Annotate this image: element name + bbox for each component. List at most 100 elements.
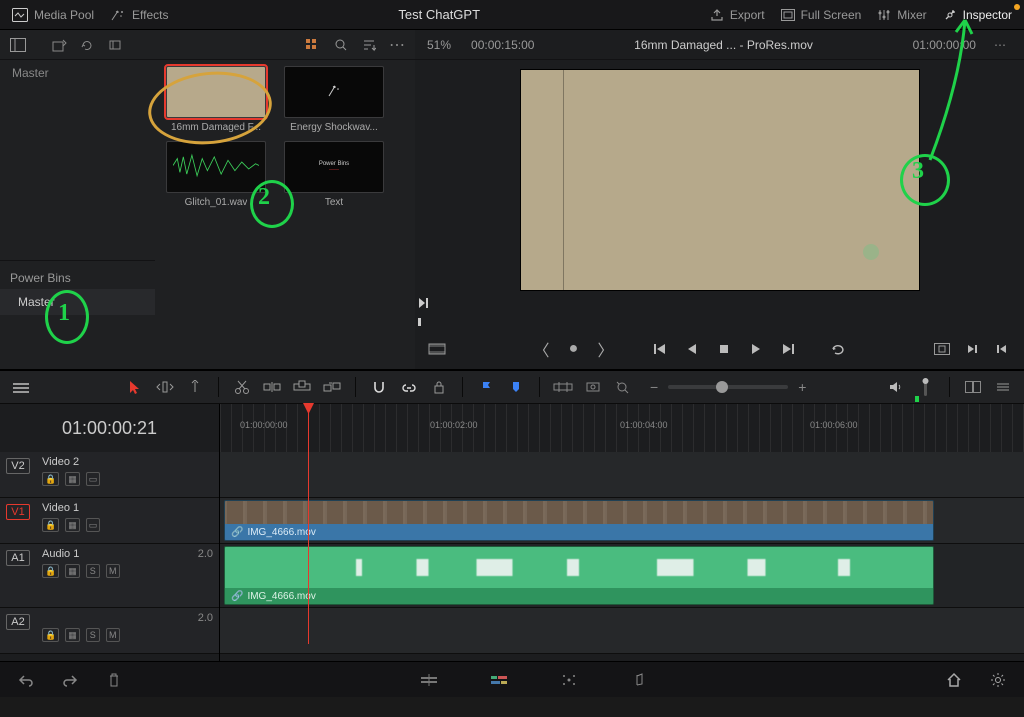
- video-clip[interactable]: 🔗IMG_4666.mov: [224, 500, 934, 541]
- position-tool[interactable]: [182, 374, 208, 400]
- delete-button[interactable]: [104, 670, 124, 690]
- pool-options-button[interactable]: ⋯: [385, 33, 409, 57]
- mute-button[interactable]: M: [106, 564, 120, 578]
- next-marker-button[interactable]: 〉: [594, 337, 618, 361]
- clip-item[interactable]: Power Bins —— Text: [279, 141, 389, 208]
- home-button[interactable]: [944, 670, 964, 690]
- dual-viewer-button[interactable]: [960, 374, 986, 400]
- pool-layout-toggle[interactable]: [6, 33, 30, 57]
- link-button[interactable]: [396, 374, 422, 400]
- motion-handle[interactable]: [863, 244, 879, 260]
- viewer-mode-button[interactable]: [425, 337, 449, 361]
- goto-start-button[interactable]: [648, 337, 672, 361]
- goto-end-icon[interactable]: [417, 296, 431, 313]
- export-button[interactable]: Export: [710, 8, 765, 22]
- edit-page-button[interactable]: [489, 670, 509, 690]
- clip-thumbnail[interactable]: Power Bins ——: [284, 141, 384, 193]
- auto-select-icon[interactable]: ▦: [65, 472, 80, 486]
- zoom-detail-button[interactable]: [610, 374, 636, 400]
- search-button[interactable]: [329, 33, 353, 57]
- zoom-in-button[interactable]: +: [798, 379, 806, 395]
- clip-item[interactable]: 16mm Damaged F...: [161, 66, 271, 133]
- blade-tool[interactable]: [229, 374, 255, 400]
- track-head-v1[interactable]: V1 Video 1 🔒 ▦ ▭: [0, 498, 219, 544]
- clip-item[interactable]: Energy Shockwav...: [279, 66, 389, 133]
- lane-a1[interactable]: 🔗IMG_4666.mov: [220, 544, 1024, 608]
- timeline-options-button[interactable]: [990, 374, 1016, 400]
- loop-button[interactable]: [826, 337, 850, 361]
- track-lanes[interactable]: 🔗IMG_4666.mov 🔗IMG_4666.mov: [220, 452, 1024, 661]
- auto-select-icon[interactable]: ▦: [65, 564, 80, 578]
- viewer-canvas[interactable]: [415, 60, 1024, 315]
- snap-button[interactable]: [366, 374, 392, 400]
- lock-icon[interactable]: 🔒: [42, 472, 59, 486]
- viewer-scrubber[interactable]: [415, 315, 1024, 329]
- zoom-out-button[interactable]: −: [650, 379, 658, 395]
- lane-v1[interactable]: 🔗IMG_4666.mov: [220, 498, 1024, 544]
- timeline-ruler[interactable]: 01:00:00:00 01:00:02:00 01:00:04:00 01:0…: [220, 404, 1024, 452]
- viewer-timecode[interactable]: 01:00:00:00: [913, 38, 976, 52]
- range-button[interactable]: [550, 374, 576, 400]
- track-head-v2[interactable]: V2 Video 2 🔒 ▦ ▭: [0, 452, 219, 498]
- match-frame-button[interactable]: [930, 337, 954, 361]
- selection-tool[interactable]: [122, 374, 148, 400]
- clip-thumbnail[interactable]: [166, 141, 266, 193]
- fusion-page-button[interactable]: [559, 670, 579, 690]
- trim-tool[interactable]: [152, 374, 178, 400]
- marker-button[interactable]: [503, 374, 529, 400]
- viewer-options-button[interactable]: ⋯: [988, 33, 1012, 57]
- inspector-button[interactable]: Inspector: [943, 8, 1012, 22]
- stop-button[interactable]: [712, 337, 736, 361]
- lock-icon[interactable]: 🔒: [42, 628, 59, 642]
- lock-button[interactable]: [426, 374, 452, 400]
- lane-v2[interactable]: [220, 452, 1024, 498]
- track-head-a2[interactable]: A2 2.0 🔒 ▦ S M: [0, 608, 219, 654]
- pool-tool-button[interactable]: [104, 33, 128, 57]
- prev-marker-button[interactable]: 〈: [530, 337, 554, 361]
- playhead[interactable]: [308, 404, 309, 644]
- solo-button[interactable]: S: [86, 628, 100, 642]
- insert-button[interactable]: [259, 374, 285, 400]
- sort-button[interactable]: [357, 33, 381, 57]
- prev-edit-button[interactable]: [990, 337, 1014, 361]
- auto-select-icon[interactable]: ▦: [65, 628, 80, 642]
- fullscreen-button[interactable]: Full Screen: [781, 8, 862, 22]
- settings-button[interactable]: [988, 670, 1008, 690]
- lock-icon[interactable]: 🔒: [42, 518, 59, 532]
- audio-dim-button[interactable]: [913, 374, 939, 400]
- mixer-button[interactable]: Mixer: [877, 8, 926, 22]
- fairlight-page-button[interactable]: [629, 670, 649, 690]
- volume-button[interactable]: [883, 374, 909, 400]
- replace-button[interactable]: [319, 374, 345, 400]
- goto-end-button[interactable]: [776, 337, 800, 361]
- play-button[interactable]: [744, 337, 768, 361]
- bin-master[interactable]: Master: [12, 66, 143, 80]
- overwrite-button[interactable]: [289, 374, 315, 400]
- sync-button[interactable]: [76, 33, 100, 57]
- viewer-zoom[interactable]: 51%: [427, 38, 451, 52]
- clip-item[interactable]: Glitch_01.wav: [161, 141, 271, 208]
- lane-a2[interactable]: [220, 608, 1024, 654]
- thumbnail-view-button[interactable]: [301, 33, 325, 57]
- zoom-to-fit-button[interactable]: [580, 374, 606, 400]
- timeline-timecode[interactable]: 01:00:00:21: [0, 404, 220, 452]
- track-visible-icon[interactable]: ▭: [86, 472, 101, 486]
- undo-button[interactable]: [16, 670, 36, 690]
- timeline-view-button[interactable]: [8, 374, 34, 400]
- media-pool-tab[interactable]: Media Pool: [12, 8, 94, 22]
- flag-button[interactable]: [473, 374, 499, 400]
- auto-select-icon[interactable]: ▦: [65, 518, 80, 532]
- power-bins-header[interactable]: Power Bins: [0, 267, 155, 289]
- zoom-slider[interactable]: [668, 385, 788, 389]
- redo-button[interactable]: [60, 670, 80, 690]
- audio-clip[interactable]: 🔗IMG_4666.mov: [224, 546, 934, 605]
- power-bins-master[interactable]: Master: [0, 289, 155, 315]
- mute-button[interactable]: M: [106, 628, 120, 642]
- solo-button[interactable]: S: [86, 564, 100, 578]
- cut-page-button[interactable]: [419, 670, 439, 690]
- effects-tab[interactable]: Effects: [110, 8, 168, 22]
- track-visible-icon[interactable]: ▭: [86, 518, 101, 532]
- record-button[interactable]: ●: [562, 337, 586, 361]
- play-reverse-button[interactable]: [680, 337, 704, 361]
- next-edit-button[interactable]: [960, 337, 984, 361]
